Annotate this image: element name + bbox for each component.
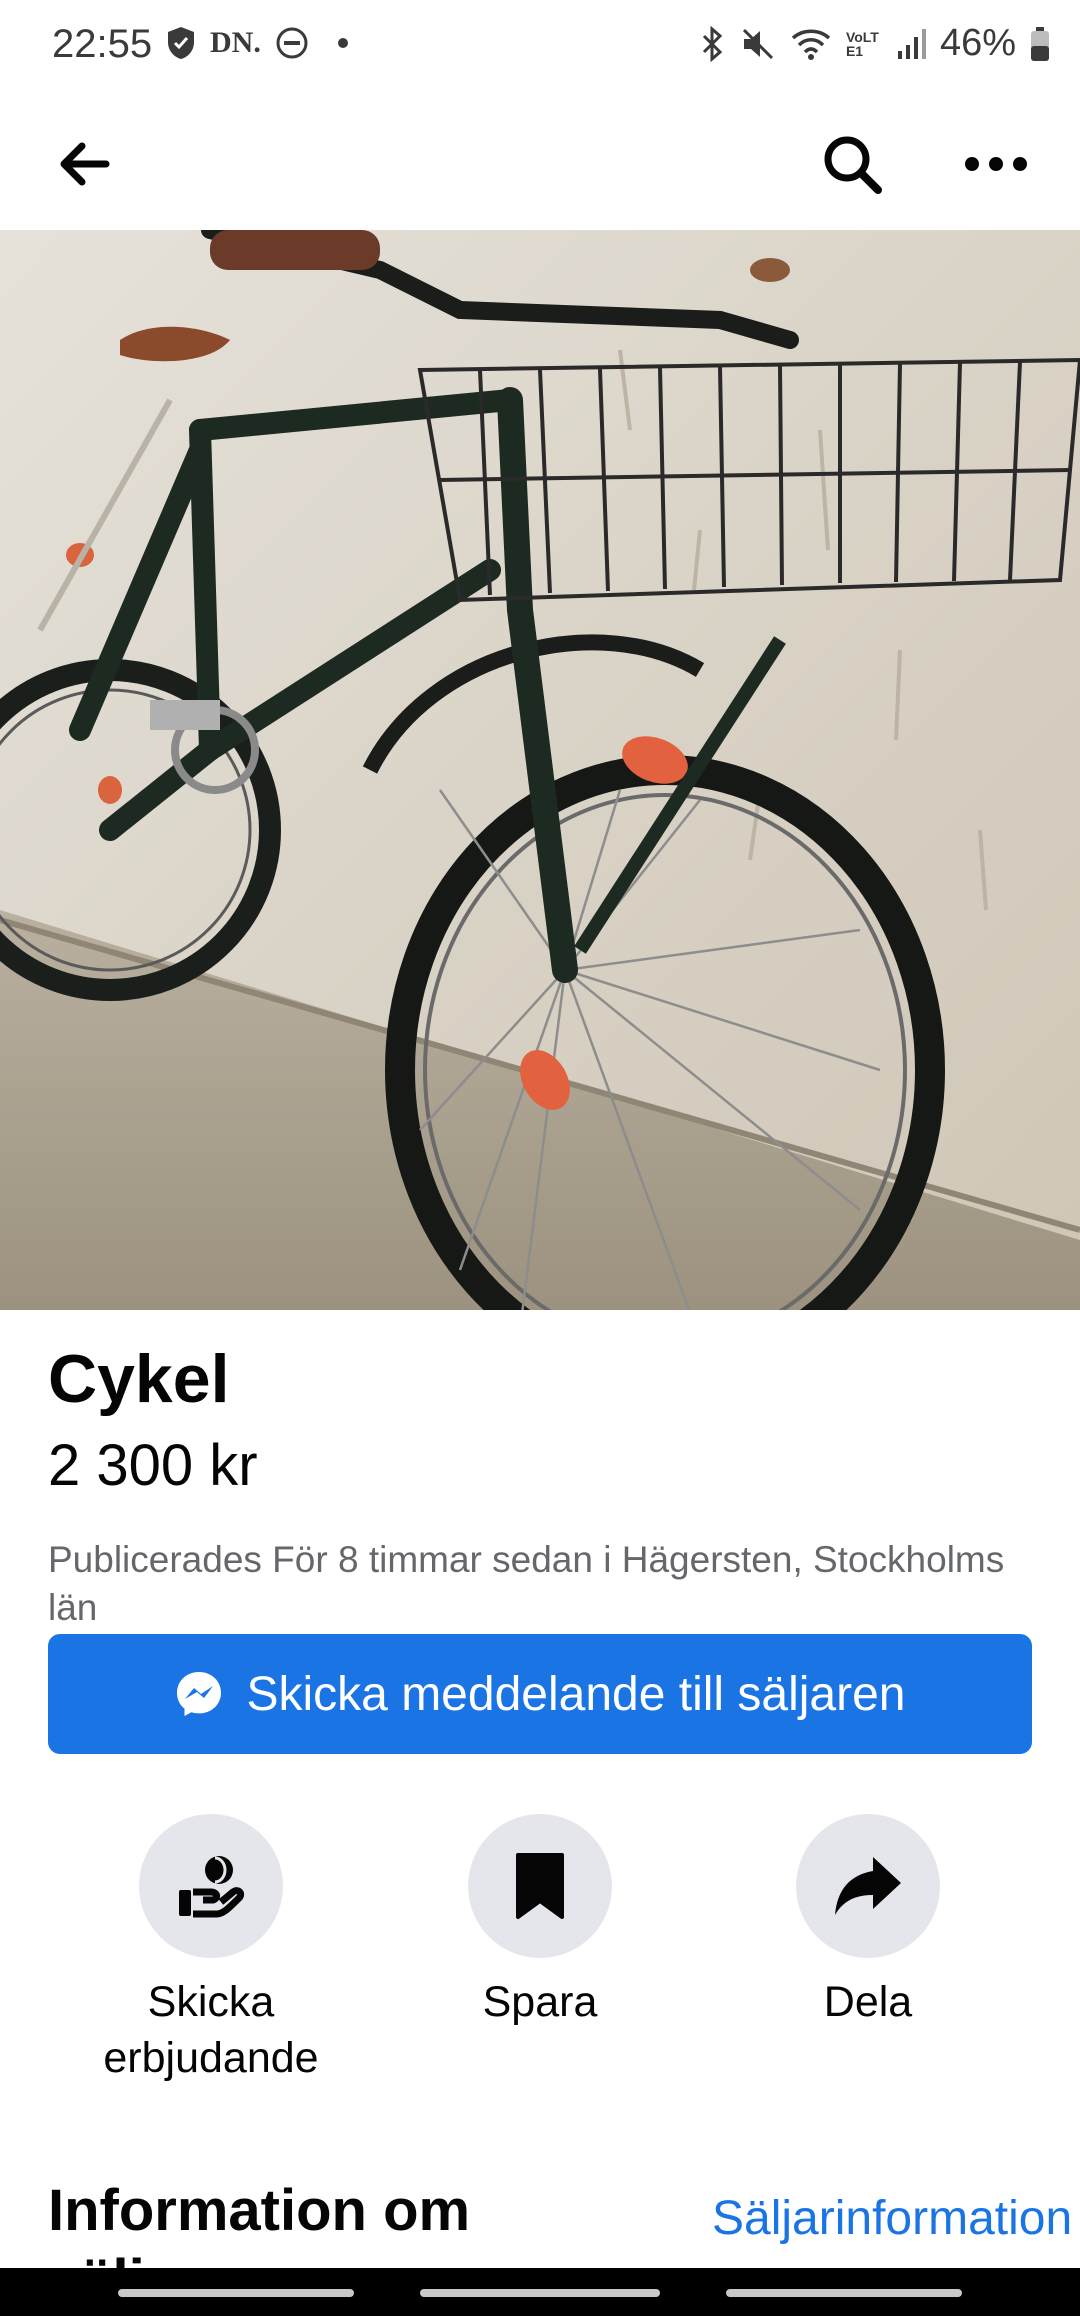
seller-details-link[interactable]: Säljarinformation [712,2186,1072,2252]
messenger-icon [177,1672,222,1716]
save-button[interactable] [468,1814,612,1958]
listing-price: 2 300 kr [48,1433,258,1498]
share-button[interactable] [796,1814,940,1958]
status-bar: 22:55 DN. VoLTE1 46% [0,0,1080,96]
search-icon [824,136,882,194]
save-action[interactable]: Spara [390,1814,690,2030]
wifi-icon [791,29,831,60]
listing-photo[interactable] [0,230,1080,1310]
nav-home-button[interactable] [420,2289,660,2297]
do-not-disturb-icon [276,27,308,59]
arrow-left-icon [60,142,110,186]
save-label: Spara [482,1978,598,2026]
message-seller-label: Skicka meddelande till säljaren [246,1667,906,1721]
nav-back-button[interactable] [726,2289,962,2297]
top-app-bar [0,96,1080,230]
send-offer-action[interactable]: Skicka erbjudande [61,1814,361,2086]
listing-title: Cykel [48,1341,230,1417]
battery-icon [1031,26,1049,61]
mute-icon [742,28,773,59]
status-time: 22:55 [52,22,153,66]
shield-check-icon [168,27,194,59]
listing-actions: Skicka erbjudande Spara Dela [0,1814,1080,2094]
more-horizontal-icon [965,157,1027,171]
signal-icon [897,28,926,59]
share-label: Dela [823,1978,913,2026]
nav-recents-button[interactable] [118,2289,354,2297]
search-button[interactable] [814,126,890,202]
send-offer-label: Skicka erbjudande [103,1978,319,2082]
dn-app-icon: DN. [210,26,261,59]
bicycle-photo-illustration [0,230,1080,1310]
share-action[interactable]: Dela [718,1814,1018,2030]
volte-icon: VoLTE1 [845,28,879,59]
offer-hand-icon [179,1856,245,1918]
battery-percent: 46% [939,22,1016,64]
bluetooth-icon [702,25,723,62]
back-button[interactable] [46,126,122,202]
system-navigation-bar [0,2268,1080,2316]
status-right-icons: VoLTE1 46% [698,22,1050,65]
bookmark-icon [516,1853,564,1919]
message-seller-button[interactable]: Skicka meddelande till säljaren [48,1634,1032,1754]
status-left-icons: DN. [166,26,357,60]
listing-published-info: Publicerades För 8 timmar sedan i Hägers… [48,1539,1005,1628]
share-arrow-icon [835,1857,901,1915]
more-options-button[interactable] [958,126,1034,202]
send-offer-button[interactable] [139,1814,283,1958]
notification-dot-icon [337,38,348,48]
